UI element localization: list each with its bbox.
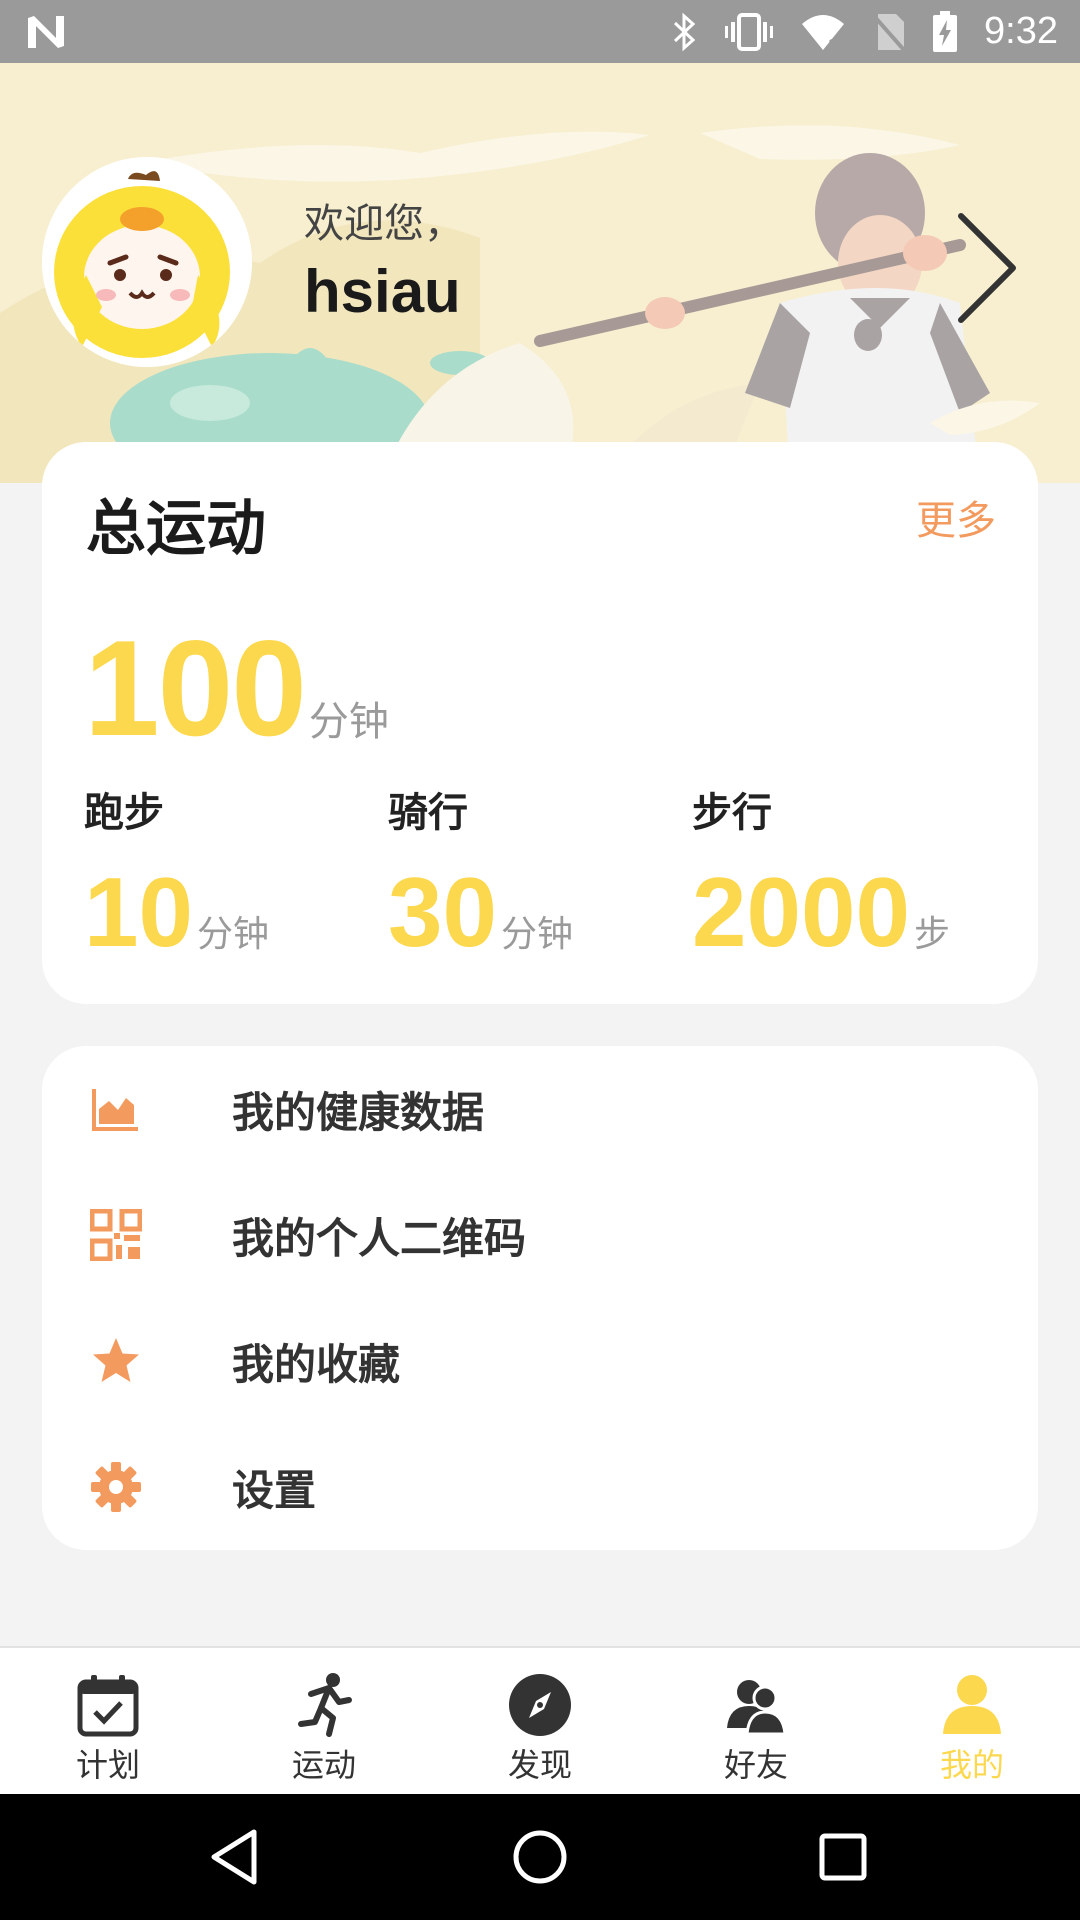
tab-exercise[interactable]: 运动 [216,1648,432,1794]
menu-label: 我的收藏 [232,1339,401,1389]
stat-label: 跑步 [84,790,164,836]
welcome-text: 欢迎您， [304,201,464,247]
vibrate-icon [725,12,774,51]
tab-friends[interactable]: 好友 [648,1648,864,1794]
qr-code-icon [90,1209,142,1261]
nav-label: 我的 [939,1746,1004,1784]
status-bar: 9:32 [0,0,1080,63]
exercise-summary-card: 总运动 更多 100 分钟 跑步 10 分钟 骑行 30 分钟 步行 2000 … [42,442,1038,1004]
menu-item-qr-code[interactable]: 我的个人二维码 [42,1172,1038,1298]
nav-label: 发现 [507,1746,572,1784]
system-nav-bar [0,1794,1080,1920]
chevron-right-icon[interactable] [955,208,1025,328]
summary-title: 总运动 [86,494,266,564]
stat-value: 2000 [692,857,911,967]
menu-item-health-data[interactable]: 我的健康数据 [42,1046,1038,1172]
exercise-stats: 跑步 10 分钟 骑行 30 分钟 步行 2000 步 [84,780,1014,969]
nav-label: 好友 [723,1746,788,1784]
stat-running: 跑步 10 分钟 [84,780,388,969]
home-icon[interactable] [507,1824,573,1890]
cartoon-avatar-icon [42,157,252,367]
nav-label: 运动 [291,1746,356,1784]
stat-label: 骑行 [388,790,468,836]
menu-label: 设置 [232,1465,317,1515]
stat-value: 30 [388,857,498,967]
status-time: 9:32 [984,10,1058,52]
stat-walking: 步行 2000 步 [692,780,996,969]
bottom-nav: 计划 运动 发现 好友 我的 [0,1646,1080,1794]
stat-value: 10 [84,857,194,967]
menu-label: 我的健康数据 [232,1087,485,1137]
stat-label: 步行 [692,790,772,836]
tab-plan[interactable]: 计划 [0,1648,216,1794]
compass-icon [509,1674,571,1736]
tab-me[interactable]: 我的 [864,1648,1080,1794]
menu-label: 我的个人二维码 [232,1213,527,1263]
running-icon [298,1673,352,1737]
gear-icon [91,1462,141,1512]
total-value: 100 [84,612,307,764]
nav-label: 计划 [75,1746,140,1784]
friends-icon [727,1680,787,1736]
battery-charging-icon [933,10,958,52]
area-chart-icon [92,1089,138,1131]
calendar-check-icon [77,1675,139,1737]
back-icon[interactable] [202,1824,268,1890]
stat-unit: 分钟 [197,914,270,955]
more-link[interactable]: 更多 [916,488,996,546]
bluetooth-icon [674,12,696,51]
stat-cycling: 骑行 30 分钟 [388,780,692,969]
username: hsiau [304,258,461,325]
recents-icon[interactable] [810,1824,876,1890]
tab-discover[interactable]: 发现 [432,1648,648,1794]
menu-item-favorites[interactable]: 我的收藏 [42,1298,1038,1424]
n-logo-icon [28,15,64,48]
person-icon [943,1675,1001,1734]
total-exercise: 100 分钟 [84,610,389,766]
stat-unit: 分钟 [501,914,574,955]
stat-unit: 步 [914,914,951,955]
profile-header[interactable]: 欢迎您， hsiau [0,63,1080,483]
total-unit: 分钟 [308,699,389,745]
avatar[interactable] [42,157,252,367]
star-icon [93,1338,139,1382]
menu-card: 我的健康数据 我的个人二维码 我的收藏 设置 [42,1046,1038,1550]
no-sim-icon [872,13,906,51]
wifi-icon [802,14,845,51]
menu-item-settings[interactable]: 设置 [42,1424,1038,1550]
